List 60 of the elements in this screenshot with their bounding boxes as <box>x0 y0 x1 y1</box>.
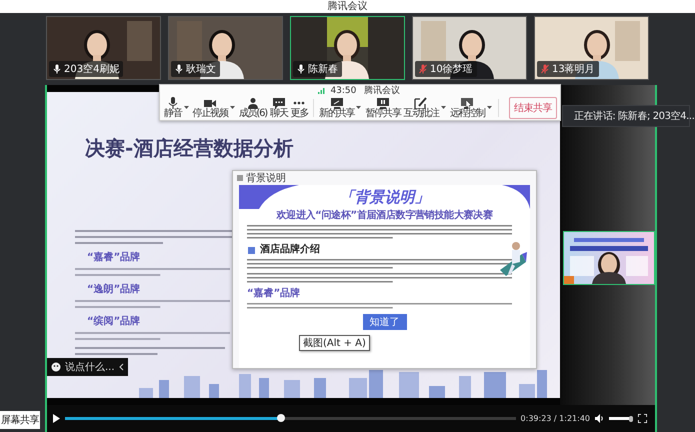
participant-name: 10徐梦瑶 <box>430 62 473 76</box>
chat-icon <box>272 97 286 109</box>
ok-button[interactable]: 知道了 <box>362 314 406 330</box>
caret-icon[interactable] <box>184 106 189 110</box>
video-tile[interactable]: 耿瑞文 <box>168 16 283 80</box>
participant-name: 耿瑞文 <box>186 62 216 76</box>
speaker-icon[interactable] <box>595 414 604 423</box>
toolbar-button[interactable]: 互动批注 <box>402 96 440 120</box>
window-title: 腾讯会议 <box>328 1 368 12</box>
video-tile[interactable]: 10徐梦瑶 <box>412 16 527 80</box>
slide-title: 决赛-酒店经营数据分析 <box>85 135 294 162</box>
toolbar-button[interactable]: 静音 <box>162 96 183 120</box>
speaking-indicator: 正在讲话: 陈新春; 203空4... <box>574 110 694 123</box>
person-icon <box>246 97 260 109</box>
smiley-icon[interactable] <box>51 362 61 372</box>
screen-pause-icon <box>376 97 390 109</box>
window-icon <box>237 175 243 181</box>
play-icon[interactable] <box>52 414 60 423</box>
corner-decoration <box>239 185 299 209</box>
brand-heading: “逸朗”品牌 <box>87 282 142 296</box>
meeting-title: 腾讯会议 <box>364 86 400 96</box>
volume-handle[interactable] <box>628 416 633 422</box>
participant-name: 203空4刷妮 <box>64 62 120 76</box>
caret-icon[interactable] <box>356 106 362 110</box>
toolbar-button[interactable]: 新的共享 <box>318 96 356 120</box>
brand-heading: “缤阅”品牌 <box>87 314 142 328</box>
video-tile[interactable]: 13蒋明月 <box>534 16 649 80</box>
video-tile[interactable]: 陈新春 <box>290 16 405 80</box>
toolbar-button[interactable]: 更多 <box>290 96 310 120</box>
brand-heading: “嘉睿”品牌 <box>247 286 300 300</box>
caret-icon[interactable] <box>230 106 235 110</box>
participant-name: 13蒋明月 <box>552 62 595 76</box>
video-tile[interactable]: 203空4刷妮 <box>46 16 161 80</box>
participant-name: 陈新春 <box>308 62 338 76</box>
fullscreen-icon[interactable] <box>638 414 647 423</box>
signal-icon <box>318 88 326 94</box>
caret-icon[interactable] <box>487 106 492 110</box>
video-camera-icon <box>203 97 218 109</box>
toolbar-button[interactable]: 聊天 <box>268 96 289 120</box>
toolbar-button[interactable]: 停止视频 <box>192 96 229 120</box>
corner-decoration <box>502 185 530 209</box>
collapse-icon[interactable] <box>119 363 124 371</box>
tooltip: 截图(Alt + A) <box>299 335 370 351</box>
playback-time: 0:39:23 / 1:21:40 <box>520 414 590 423</box>
banner-title: 「背景说明」 <box>340 188 430 206</box>
section-heading: 酒店品牌介绍 <box>260 242 320 256</box>
progress-handle[interactable] <box>277 414 286 422</box>
chat-field[interactable]: 说点什么... <box>47 358 128 376</box>
screen-cursor-icon <box>460 97 474 109</box>
caret-icon[interactable] <box>440 106 446 110</box>
pen-icon <box>414 97 428 109</box>
dialog-headline: 欢迎进入“问途杯”首届酒店数字营销技能大赛决赛 <box>276 208 493 222</box>
microphone-icon <box>166 97 180 109</box>
toolbar-button[interactable]: 暂停共享 <box>364 96 402 120</box>
dialog-title: 背景说明 <box>246 172 286 185</box>
end-share-button[interactable]: 结束共享 <box>509 97 557 119</box>
meeting-time: 43:50 <box>330 86 356 96</box>
brand-heading: “嘉睿”品牌 <box>87 250 142 264</box>
screen-share-label: 屏幕共享 <box>0 411 40 429</box>
progress-bar[interactable] <box>65 417 516 420</box>
